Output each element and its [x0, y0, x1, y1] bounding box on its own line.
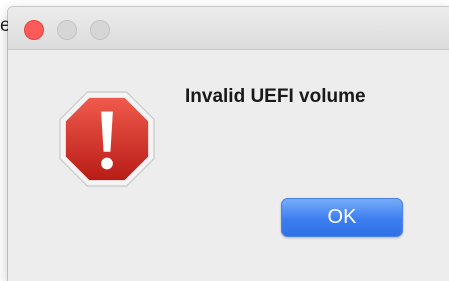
stop-exclamation-icon [59, 91, 155, 187]
ok-button[interactable]: OK [281, 198, 403, 237]
close-window-button[interactable] [24, 20, 44, 40]
alert-message: Invalid UEFI volume [185, 86, 366, 107]
minimize-window-button[interactable] [57, 20, 77, 40]
alert-dialog: Invalid UEFI volume OK [8, 7, 449, 281]
zoom-window-button[interactable] [90, 20, 110, 40]
title-bar[interactable] [8, 7, 449, 50]
